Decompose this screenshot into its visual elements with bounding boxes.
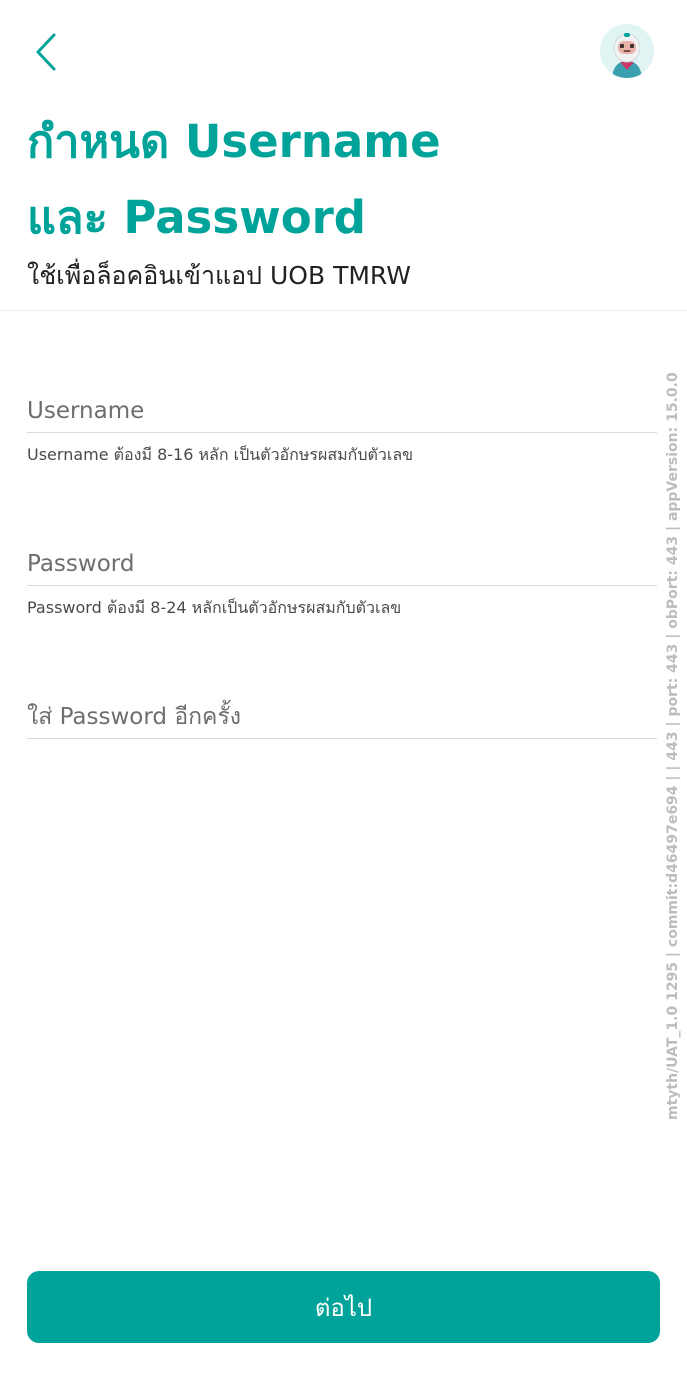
next-button[interactable]: ต่อไป [27,1271,660,1343]
confirm-password-input[interactable] [27,695,657,739]
page-title: กำหนด Username และ Password [27,104,627,256]
password-hint: Password ต้องมี 8-24 หลักเป็นตัวอักษรผสม… [27,598,402,617]
header-divider [0,310,687,311]
confirm-password-field-group [27,695,657,739]
page-title-line-1: กำหนด Username [27,115,441,168]
username-hint: Username ต้องมี 8-16 หลัก เป็นตัวอักษรผส… [27,445,414,464]
back-button[interactable] [24,28,68,76]
astronaut-avatar-icon [600,24,654,78]
username-input[interactable] [27,389,657,433]
avatar[interactable] [600,24,654,78]
username-field-group: Username ต้องมี 8-16 หลัก เป็นตัวอักษรผส… [27,389,657,467]
chevron-left-icon [36,33,56,71]
password-input[interactable] [27,542,657,586]
page-subtitle: ใช้เพื่อล็อคอินเข้าแอป UOB TMRW [27,261,411,290]
set-credentials-screen: กำหนด Username และ Password ใช้เพื่อล็อค… [0,0,687,1396]
page-title-line-2: และ Password [27,191,367,244]
build-info-text: mtyth/UAT_1.0 1295 | commit:d46497e694 |… [665,372,681,1120]
build-info-strip: mtyth/UAT_1.0 1295 | commit:d46497e694 |… [660,248,686,1120]
password-field-group: Password ต้องมี 8-24 หลักเป็นตัวอักษรผสม… [27,542,657,620]
